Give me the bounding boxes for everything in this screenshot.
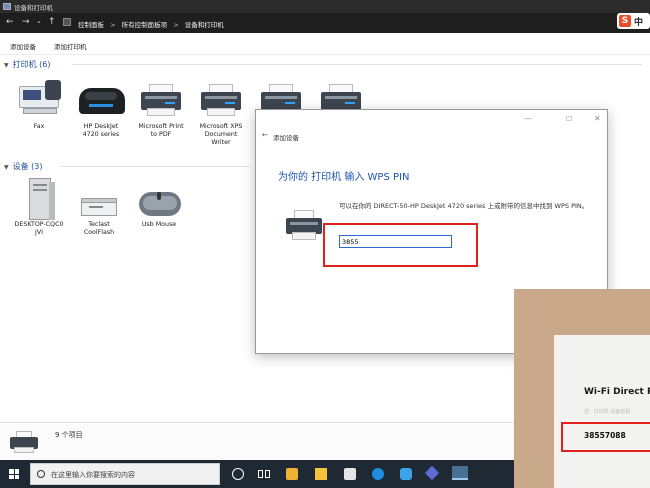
highlight-box: [561, 422, 650, 452]
back-arrow-icon[interactable]: ←: [6, 17, 14, 27]
windows-start-icon[interactable]: [9, 469, 19, 479]
dialog-heading: 为你的 打印机 输入 WPS PIN: [278, 172, 410, 183]
device-desktop[interactable]: DESKTOP-CQC0 JVI: [8, 178, 70, 237]
mouse-icon: [135, 178, 183, 218]
forward-arrow-icon[interactable]: →: [22, 17, 30, 27]
command-bar: 添加设备 添加打印机: [0, 33, 650, 55]
search-placeholder: 在这里输入你要搜索的内容: [51, 471, 135, 479]
device-hp-deskjet-4720[interactable]: HP DeskJet 4720 series: [70, 80, 132, 139]
device-fax[interactable]: Fax: [8, 80, 70, 131]
device-label: HP DeskJet 4720 series: [82, 123, 120, 138]
printer-icon: [10, 431, 40, 455]
device-label: Microsoft Print to PDF: [138, 123, 184, 138]
control-panel-icon: [63, 18, 71, 26]
dialog-description: 可以在你的 DIRECT-50-HP DeskJet 4720 series 上…: [339, 202, 589, 210]
task-view-icon[interactable]: [258, 468, 270, 480]
screen: 设备和打印机 ← → ⌄ ↑ 控制面板 > 所有控制面板项 > 设备和打印机 S…: [0, 0, 650, 488]
device-label: DESKTOP-CQC0 JVI: [14, 221, 64, 236]
breadcrumb-all-items[interactable]: 所有控制面板项: [122, 21, 168, 29]
breadcrumb: 控制面板 > 所有控制面板项 > 设备和打印机: [78, 19, 228, 29]
minimize-button[interactable]: —: [524, 114, 532, 123]
taskbar-search[interactable]: 在这里输入你要搜索的内容: [30, 463, 220, 485]
fax-icon: [15, 80, 63, 120]
window-title-bar: 设备和打印机: [0, 0, 650, 13]
control-panel-active-icon[interactable]: [452, 466, 468, 480]
breadcrumb-separator: >: [110, 21, 116, 29]
device-label: Teclast CoolFlash: [83, 221, 115, 236]
group-header-devices[interactable]: ▼ 设备 (3): [4, 161, 43, 172]
device-label: Fax: [33, 123, 45, 130]
sogou-logo-icon: S: [619, 15, 631, 27]
maximize-button[interactable]: ☐: [566, 115, 572, 123]
file-explorer-icon[interactable]: [315, 468, 327, 480]
hp-printer-icon: [77, 80, 125, 120]
photo-inset: Wi-Fi Direct P 送 · 打印机 设备密码 38557088: [514, 289, 650, 488]
printer-icon: [197, 80, 245, 120]
photo-title: Wi-Fi Direct P: [584, 387, 650, 397]
group-label: 设备 (3): [12, 162, 43, 171]
breadcrumb-separator: >: [173, 21, 179, 29]
printer-icon: [137, 80, 185, 120]
back-arrow-icon[interactable]: ←: [262, 131, 268, 139]
ime-toolbar[interactable]: S 中: [617, 13, 650, 29]
store-icon[interactable]: [286, 468, 298, 480]
cortana-icon[interactable]: [232, 468, 244, 480]
address-bar: ← → ⌄ ↑ 控制面板 > 所有控制面板项 > 设备和打印机: [0, 13, 650, 33]
computer-tower-icon: [15, 178, 63, 220]
breadcrumb-control-panel[interactable]: 控制面板: [78, 21, 104, 29]
edge-icon[interactable]: [372, 468, 384, 480]
vs-code-icon[interactable]: [424, 465, 440, 481]
window-title: 设备和打印机: [14, 4, 53, 12]
printer-icon: [286, 210, 326, 246]
devices-printers-icon: [3, 3, 11, 10]
group-divider: [72, 64, 642, 65]
usb-drive-icon: [75, 178, 123, 218]
collapse-chevron-icon[interactable]: ▼: [4, 164, 9, 171]
breadcrumb-devices-printers[interactable]: 设备和打印机: [185, 21, 224, 29]
group-divider: [60, 166, 250, 167]
ime-mode[interactable]: 中: [634, 15, 643, 28]
collapse-chevron-icon[interactable]: ▼: [4, 62, 9, 69]
device-teclast-coolflash[interactable]: Teclast CoolFlash: [68, 178, 130, 237]
group-header-printers[interactable]: ▼ 打印机 (6): [4, 59, 51, 70]
device-ms-xps-writer[interactable]: Microsoft XPS Document Writer: [190, 80, 252, 147]
group-label: 打印机 (6): [12, 60, 51, 69]
add-printer-button[interactable]: 添加打印机: [54, 41, 87, 51]
device-ms-print-to-pdf[interactable]: Microsoft Print to PDF: [130, 80, 192, 139]
up-arrow-icon[interactable]: ↑: [48, 17, 56, 27]
recent-dropdown-icon[interactable]: ⌄: [36, 16, 42, 26]
device-usb-mouse[interactable]: Usb Mouse: [128, 178, 190, 229]
photo-subtitle: 送 · 打印机 设备密码: [584, 409, 631, 415]
close-button[interactable]: ✕: [594, 114, 601, 123]
dialog-title: 添加设备: [273, 134, 299, 142]
device-label: Microsoft XPS Document Writer: [199, 123, 243, 146]
highlight-box: [323, 223, 478, 267]
mail-icon[interactable]: [344, 468, 356, 480]
search-icon: [37, 470, 45, 478]
item-count: 9 个项目: [55, 431, 83, 439]
device-label: Usb Mouse: [141, 221, 177, 228]
app-icon[interactable]: [400, 468, 412, 480]
add-device-button[interactable]: 添加设备: [10, 41, 36, 51]
